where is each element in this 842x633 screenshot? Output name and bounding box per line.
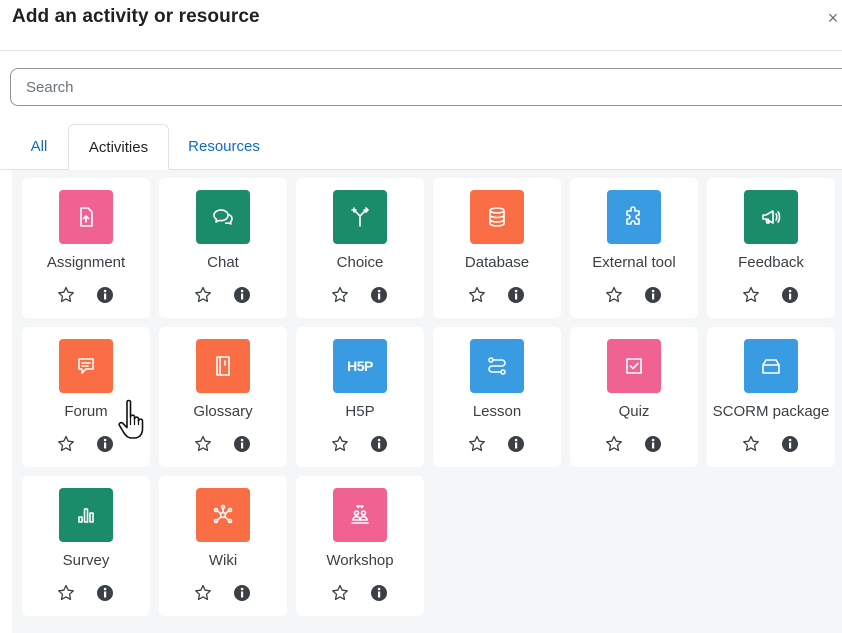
star-icon[interactable] [467, 285, 487, 305]
activity-card-glossary[interactable]: Glossary [159, 327, 287, 467]
activity-card-feedback[interactable]: Feedback [707, 178, 835, 318]
h5p-icon: H5P [333, 339, 387, 393]
assignment-icon [59, 190, 113, 244]
activity-name: H5P [345, 403, 375, 420]
tab-all[interactable]: All [22, 124, 56, 170]
activity-card-forum[interactable]: Forum [22, 327, 150, 467]
activity-name: Survey [62, 552, 110, 569]
glossary-icon [196, 339, 250, 393]
database-icon [470, 190, 524, 244]
hand-pointer-cursor-icon [118, 399, 144, 439]
activity-name: Choice [336, 254, 384, 271]
activity-card-external-tool[interactable]: External tool [570, 178, 698, 318]
info-icon[interactable] [95, 583, 115, 603]
quiz-icon [607, 339, 661, 393]
star-icon[interactable] [330, 285, 350, 305]
activity-card-wiki[interactable]: Wiki [159, 476, 287, 616]
activity-card-assignment[interactable]: Assignment [22, 178, 150, 318]
info-icon[interactable] [643, 285, 663, 305]
star-icon[interactable] [741, 285, 761, 305]
megaphone-icon [744, 190, 798, 244]
activity-name: Quiz [618, 403, 650, 420]
activity-name: Wiki [208, 552, 238, 569]
modal-header: Add an activity or resource × [0, 0, 842, 51]
star-icon[interactable] [467, 434, 487, 454]
info-icon[interactable] [369, 434, 389, 454]
info-icon[interactable] [369, 285, 389, 305]
activity-card-workshop[interactable]: Workshop [296, 476, 424, 616]
tab-bar: All Activities Resources [0, 124, 842, 170]
activity-card-choice[interactable]: Choice [296, 178, 424, 318]
star-icon[interactable] [604, 285, 624, 305]
star-icon[interactable] [193, 285, 213, 305]
search-input[interactable] [11, 69, 826, 105]
info-icon[interactable] [780, 434, 800, 454]
tab-activities[interactable]: Activities [68, 124, 169, 170]
lesson-icon [470, 339, 524, 393]
activity-name: Lesson [472, 403, 522, 420]
star-icon[interactable] [193, 583, 213, 603]
activity-name: Feedback [738, 254, 804, 271]
info-icon[interactable] [780, 285, 800, 305]
choice-icon [333, 190, 387, 244]
activity-name: External tool [592, 254, 676, 271]
star-icon[interactable] [741, 434, 761, 454]
wiki-icon [196, 488, 250, 542]
activity-card-quiz[interactable]: Quiz [570, 327, 698, 467]
info-icon[interactable] [232, 285, 252, 305]
star-icon[interactable] [56, 434, 76, 454]
info-icon[interactable] [643, 434, 663, 454]
star-icon[interactable] [56, 285, 76, 305]
info-icon[interactable] [95, 285, 115, 305]
star-icon[interactable] [56, 583, 76, 603]
chat-icon [196, 190, 250, 244]
info-icon[interactable] [95, 434, 115, 454]
activity-card-scorm-package[interactable]: SCORM package [707, 327, 835, 467]
activity-name: Database [464, 254, 530, 271]
activity-card-lesson[interactable]: Lesson [433, 327, 561, 467]
info-icon[interactable] [232, 434, 252, 454]
search-box [10, 68, 842, 106]
info-icon[interactable] [369, 583, 389, 603]
scorm-icon [744, 339, 798, 393]
h5p-logo-text: H5P [347, 358, 373, 374]
activity-name: SCORM package [712, 403, 830, 420]
star-icon[interactable] [193, 434, 213, 454]
puzzle-icon [607, 190, 661, 244]
star-icon[interactable] [330, 583, 350, 603]
modal-title: Add an activity or resource [12, 6, 260, 27]
forum-icon [59, 339, 113, 393]
activity-card-chat[interactable]: Chat [159, 178, 287, 318]
activity-name: Chat [207, 254, 239, 271]
activity-card-h5p[interactable]: H5P H5P [296, 327, 424, 467]
activity-card-database[interactable]: Database [433, 178, 561, 318]
info-icon[interactable] [506, 434, 526, 454]
tab-resources[interactable]: Resources [179, 124, 269, 170]
info-icon[interactable] [506, 285, 526, 305]
workshop-icon [333, 488, 387, 542]
star-icon[interactable] [330, 434, 350, 454]
activity-name: Assignment [46, 254, 126, 271]
star-icon[interactable] [604, 434, 624, 454]
activity-card-survey[interactable]: Survey [22, 476, 150, 616]
close-button[interactable]: × [825, 8, 841, 28]
info-icon[interactable] [232, 583, 252, 603]
activity-name: Glossary [193, 403, 253, 420]
survey-icon [59, 488, 113, 542]
activity-name: Workshop [326, 552, 394, 569]
